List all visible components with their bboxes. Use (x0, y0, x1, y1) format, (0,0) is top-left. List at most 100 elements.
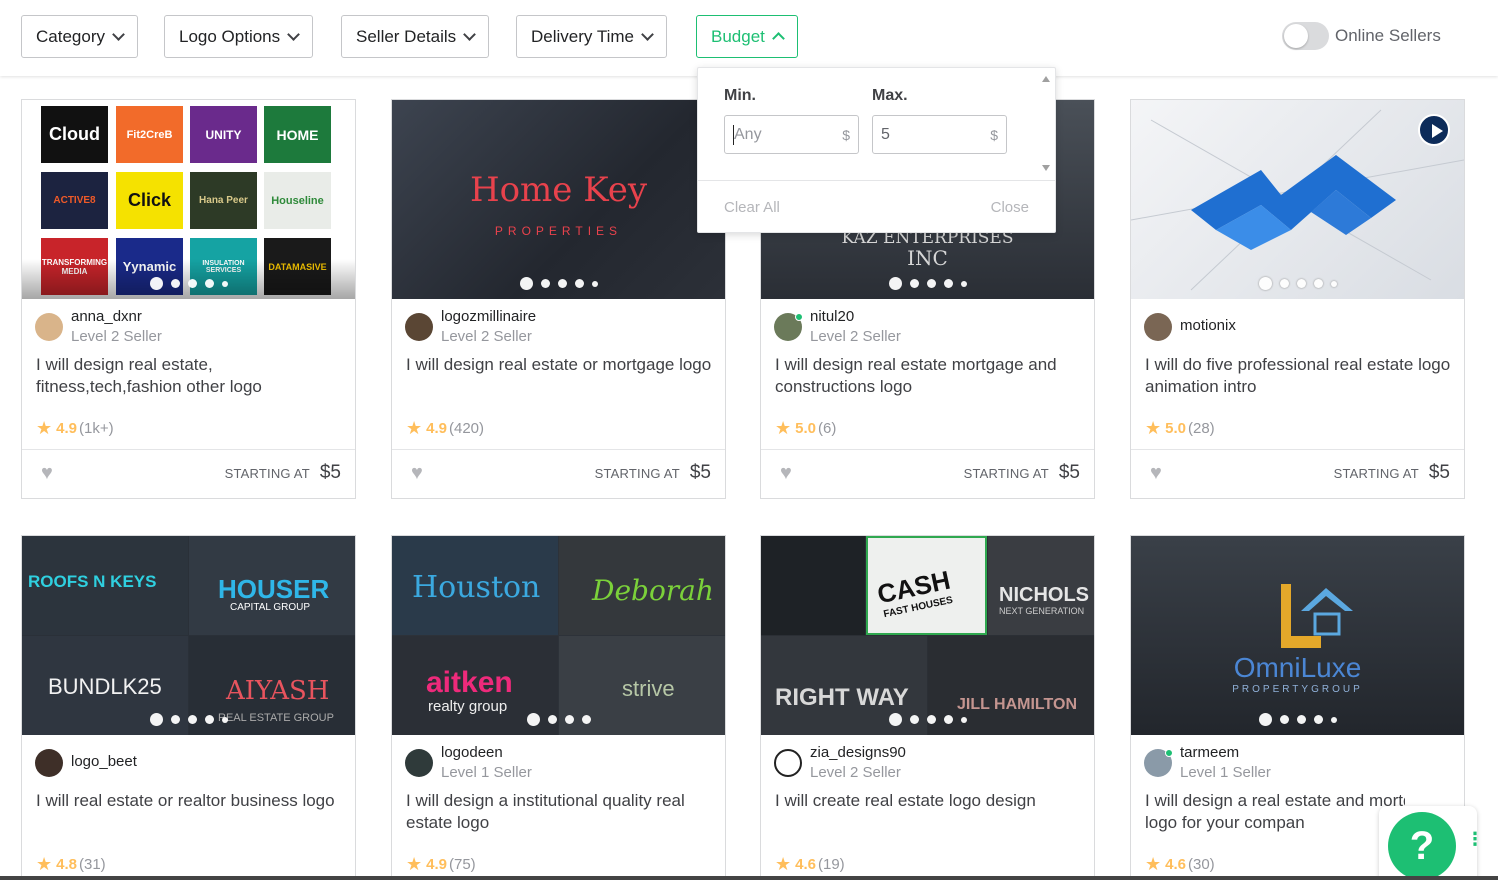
carousel-dot[interactable] (204, 279, 214, 288)
heart-icon[interactable]: ♥ (41, 462, 53, 485)
carousel-dot[interactable] (960, 280, 967, 287)
carousel-dots[interactable] (761, 277, 1094, 290)
seller-name[interactable]: logozmillinaire (441, 308, 536, 326)
carousel-dots[interactable] (761, 713, 1094, 726)
carousel-dot[interactable] (1279, 715, 1289, 724)
carousel-dot[interactable] (221, 280, 228, 287)
carousel-dot[interactable] (204, 715, 214, 724)
carousel-dot[interactable] (170, 715, 180, 724)
starting-price[interactable]: STARTING AT $5 (964, 462, 1080, 484)
gig-title[interactable]: I will design real estate mortgage and c… (775, 354, 1085, 398)
carousel-dot[interactable] (1330, 716, 1337, 723)
heart-icon[interactable]: ♥ (780, 462, 792, 485)
scroll-up-arrow-icon[interactable] (1042, 76, 1050, 82)
carousel-dot[interactable] (149, 713, 163, 726)
avatar[interactable] (1144, 313, 1172, 341)
avatar[interactable] (774, 749, 802, 777)
starting-price[interactable]: STARTING AT $5 (595, 462, 711, 484)
carousel-dot[interactable] (1279, 279, 1289, 288)
heart-icon[interactable]: ♥ (1150, 462, 1162, 485)
avatar[interactable] (35, 749, 63, 777)
carousel-dots[interactable] (1131, 277, 1464, 290)
gig-thumbnail[interactable] (1131, 100, 1464, 299)
gig-title[interactable]: I will create real estate logo design (775, 790, 1085, 812)
delivery-time-filter-button[interactable]: Delivery Time (516, 15, 667, 58)
scroll-down-arrow-icon[interactable] (1042, 165, 1050, 171)
gig-thumbnail[interactable]: Houston Deborah aitken realty group stri… (392, 536, 725, 735)
starting-price[interactable]: STARTING AT $5 (1334, 462, 1450, 484)
gig-title[interactable]: I will design a institutional quality re… (406, 790, 716, 834)
avatar[interactable] (405, 313, 433, 341)
carousel-dot[interactable] (888, 277, 902, 290)
carousel-dot[interactable] (926, 279, 936, 288)
gig-card[interactable]: Houston Deborah aitken realty group stri… (391, 535, 726, 880)
gig-card[interactable]: Home Key PROPERTIES logozmillinaire Level… (391, 99, 726, 499)
carousel-dot[interactable] (557, 279, 567, 288)
heart-icon[interactable]: ♥ (411, 462, 423, 485)
carousel-dot[interactable] (888, 713, 902, 726)
carousel-dot[interactable] (564, 715, 574, 724)
gig-card[interactable]: Cloud Fit2CreB UNITY HOME ACTIVE8 Click … (21, 99, 356, 499)
online-sellers-toggle[interactable]: Online Sellers (1282, 22, 1441, 50)
toggle-switch[interactable] (1282, 22, 1329, 50)
carousel-dot[interactable] (149, 277, 163, 290)
min-price-input[interactable]: Any $ (724, 115, 859, 154)
carousel-dot[interactable] (943, 279, 953, 288)
carousel-dot[interactable] (1296, 715, 1306, 724)
starting-price[interactable]: STARTING AT $5 (225, 462, 341, 484)
carousel-dot[interactable] (591, 280, 598, 287)
avatar[interactable] (35, 313, 63, 341)
seller-name[interactable]: zia_designs90 (810, 744, 906, 762)
carousel-dots[interactable] (22, 713, 355, 726)
carousel-dot[interactable] (909, 715, 919, 724)
gig-thumbnail[interactable]: CASH FAST HOUSES NICHOLS NEXT GENERATION… (761, 536, 1094, 735)
carousel-dot[interactable] (547, 715, 557, 724)
seller-name[interactable]: nitul20 (810, 308, 901, 326)
carousel-dots[interactable] (22, 277, 355, 290)
carousel-dot[interactable] (1258, 277, 1272, 290)
seller-name[interactable]: tarmeem (1180, 744, 1271, 762)
seller-details-filter-button[interactable]: Seller Details (341, 15, 490, 58)
gig-title[interactable]: I will real estate or realtor business l… (36, 790, 346, 812)
carousel-dot[interactable] (1330, 280, 1337, 287)
seller-name[interactable]: anna_dxnr (71, 308, 162, 326)
avatar[interactable] (405, 749, 433, 777)
seller-name[interactable]: logodeen (441, 744, 532, 762)
carousel-dot[interactable] (170, 279, 180, 288)
gig-card[interactable]: ROOFS N KEYS HOUSER CAPITAL GROUP BUNDLK… (21, 535, 356, 880)
carousel-dot[interactable] (574, 279, 584, 288)
help-button[interactable]: ? (1388, 812, 1456, 880)
carousel-dot[interactable] (221, 716, 228, 723)
budget-filter-button[interactable]: Budget (696, 15, 798, 58)
avatar[interactable] (774, 313, 803, 341)
carousel-dot[interactable] (187, 279, 197, 288)
carousel-dots[interactable] (392, 277, 725, 290)
gig-thumbnail[interactable]: Cloud Fit2CreB UNITY HOME ACTIVE8 Click … (22, 100, 355, 299)
logo-options-filter-button[interactable]: Logo Options (164, 15, 314, 58)
carousel-dot[interactable] (960, 716, 967, 723)
carousel-dot[interactable] (526, 713, 540, 726)
help-widget[interactable]: ? ⋮ (1379, 806, 1484, 880)
gig-title[interactable]: I will design a real estate and mortgage… (1145, 790, 1405, 834)
carousel-dot[interactable] (909, 279, 919, 288)
avatar[interactable] (1144, 749, 1173, 777)
carousel-dot[interactable] (1313, 715, 1323, 724)
seller-name[interactable]: motionix (1180, 317, 1236, 335)
carousel-dots[interactable] (392, 713, 725, 726)
gig-title[interactable]: I will do five professional real estate … (1145, 354, 1455, 398)
gig-thumbnail[interactable]: Home Key PROPERTIES (392, 100, 725, 299)
carousel-dots[interactable] (1131, 713, 1464, 726)
carousel-dot[interactable] (1296, 279, 1306, 288)
gig-thumbnail[interactable]: OmniLuxe PROPERTYGROUP (1131, 536, 1464, 735)
carousel-dot[interactable] (581, 715, 591, 724)
play-video-icon[interactable] (1418, 114, 1450, 146)
clear-all-button[interactable]: Clear All (724, 199, 780, 216)
carousel-dot[interactable] (540, 279, 550, 288)
gig-title[interactable]: I will design real estate, fitness,tech,… (36, 354, 346, 398)
gig-thumbnail[interactable]: ROOFS N KEYS HOUSER CAPITAL GROUP BUNDLK… (22, 536, 355, 735)
carousel-dot[interactable] (519, 277, 533, 290)
gig-card[interactable]: motionix I will do five professional rea… (1130, 99, 1465, 499)
gig-card[interactable]: CASH FAST HOUSES NICHOLS NEXT GENERATION… (760, 535, 1095, 880)
carousel-dot[interactable] (926, 715, 936, 724)
carousel-dot[interactable] (1313, 279, 1323, 288)
